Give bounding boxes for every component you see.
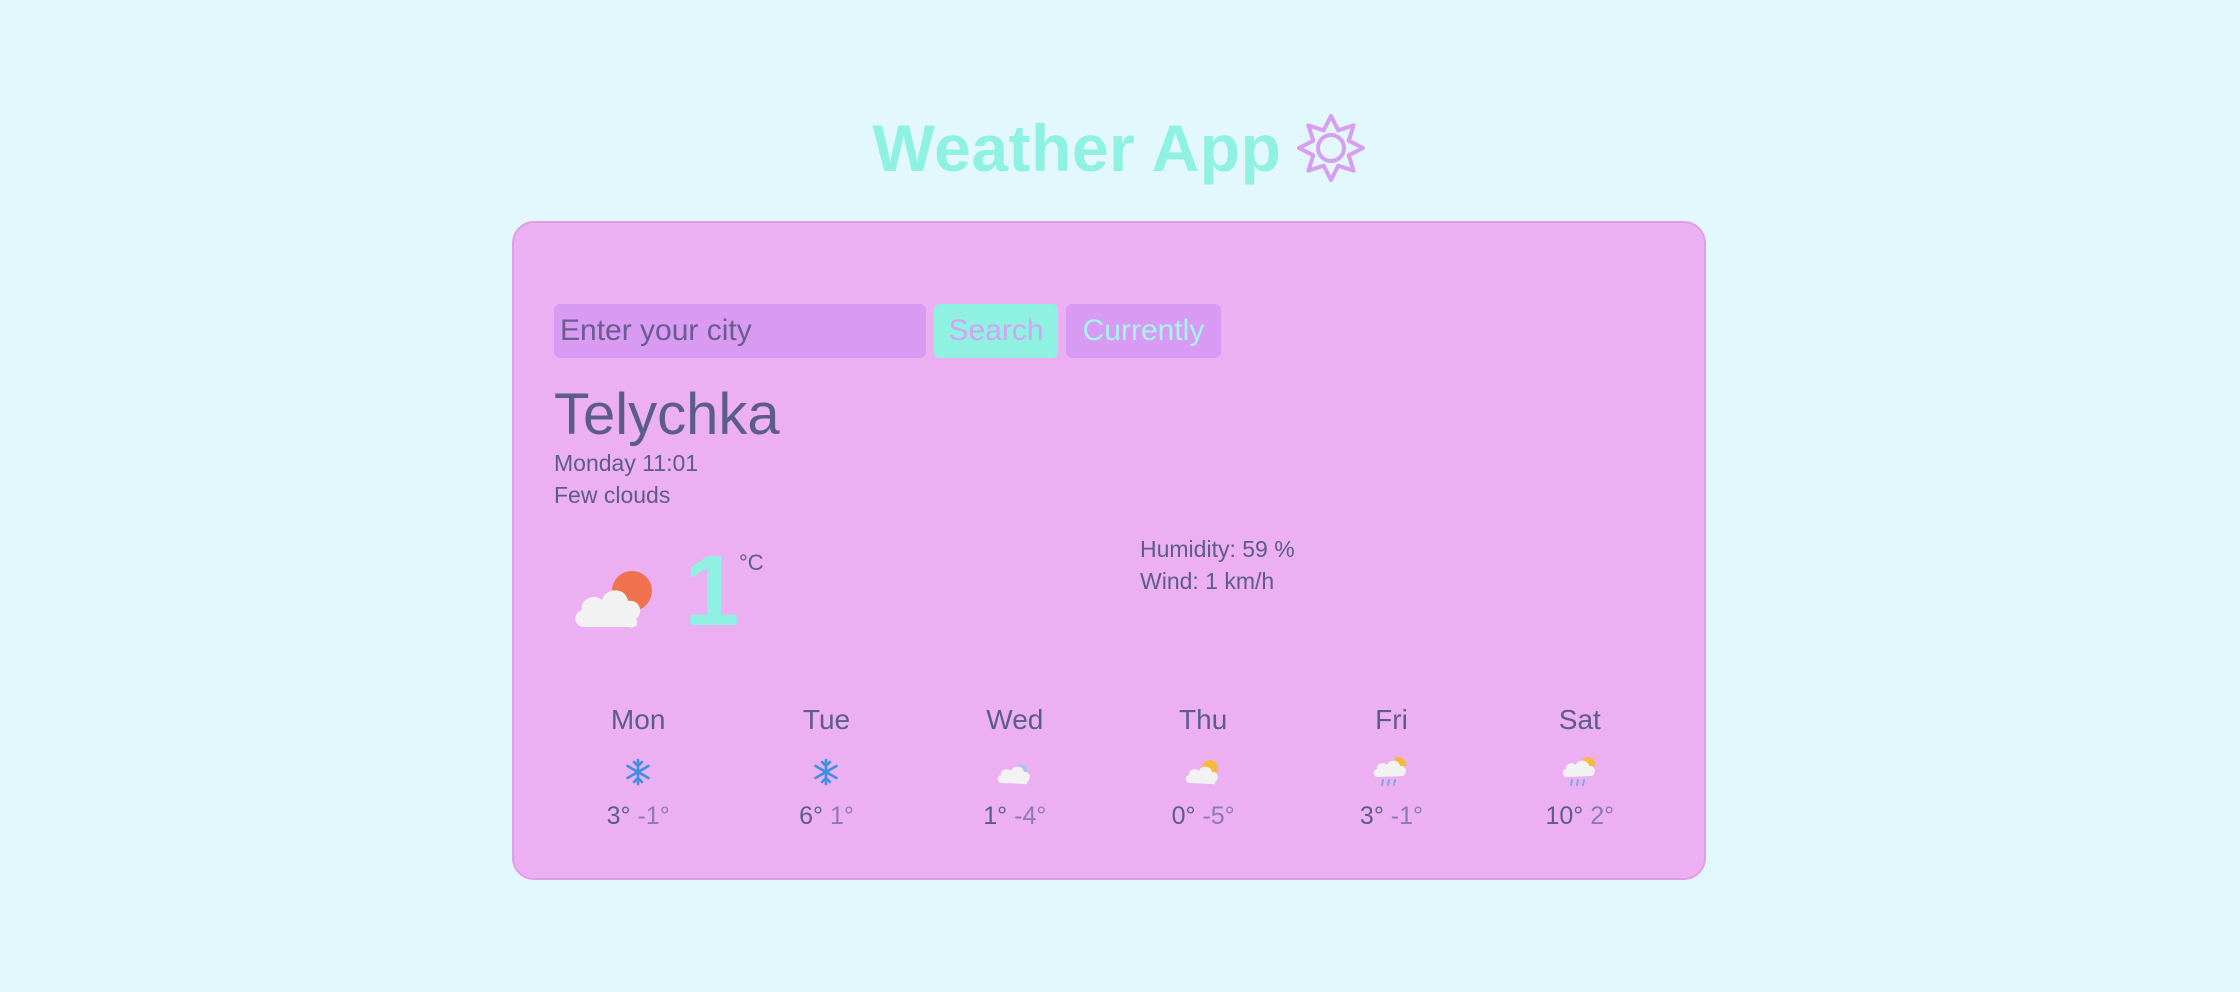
forecast-day: Thu 0° -5° bbox=[1109, 704, 1297, 831]
forecast-day: Tue 6° 1° bbox=[732, 704, 920, 831]
app-title: Weather App bbox=[872, 111, 1282, 185]
forecast-temps: 10° 2° bbox=[1545, 802, 1614, 831]
search-form: Search Currently bbox=[554, 304, 1221, 358]
forecast-row: Mon 3° -1° Tue 6° 1° Wed 1° -4° Thu 0° -… bbox=[514, 704, 1704, 831]
forecast-min: 1° bbox=[829, 802, 854, 830]
city-name: Telychka bbox=[554, 382, 780, 447]
current-temperature: 1 bbox=[684, 535, 740, 647]
forecast-min: -1° bbox=[637, 802, 670, 830]
forecast-day-name: Wed bbox=[986, 704, 1044, 735]
snowflake-icon bbox=[804, 754, 848, 790]
partly-cloudy-icon bbox=[1181, 754, 1225, 790]
cloudy-icon bbox=[993, 754, 1037, 790]
city-search-input[interactable] bbox=[554, 304, 926, 358]
current-datetime: Monday 11:01 bbox=[554, 450, 699, 476]
app-header: Weather App bbox=[0, 110, 2240, 186]
forecast-day-name: Tue bbox=[802, 704, 851, 735]
forecast-temps: 0° -5° bbox=[1172, 802, 1235, 831]
forecast-max: 0° bbox=[1171, 802, 1196, 830]
forecast-day: Sat 10° 2° bbox=[1486, 704, 1674, 831]
forecast-day-name: Sat bbox=[1558, 704, 1601, 735]
few-clouds-day-icon bbox=[570, 563, 660, 635]
forecast-max: 10° bbox=[1545, 802, 1584, 830]
forecast-min: -5° bbox=[1202, 802, 1235, 830]
forecast-max: 3° bbox=[1359, 802, 1384, 830]
rain-sun-icon bbox=[1558, 754, 1602, 790]
search-button[interactable]: Search bbox=[934, 304, 1058, 358]
forecast-min: -4° bbox=[1014, 802, 1047, 830]
current-location-button[interactable]: Currently bbox=[1066, 304, 1221, 358]
forecast-day: Wed 1° -4° bbox=[921, 704, 1109, 831]
humidity-text: Humidity: 59 % bbox=[1140, 536, 1295, 562]
forecast-day: Mon 3° -1° bbox=[544, 704, 732, 831]
forecast-temps: 1° -4° bbox=[983, 802, 1046, 831]
sun-outline-icon bbox=[1295, 112, 1367, 184]
forecast-day-name: Thu bbox=[1179, 704, 1228, 735]
weather-card: Search Currently Telychka Monday 11:01 F… bbox=[512, 221, 1706, 880]
forecast-day: Fri 3° -1° bbox=[1297, 704, 1485, 831]
forecast-temps: 3° -1° bbox=[1360, 802, 1423, 831]
rain-sun-icon bbox=[1369, 754, 1413, 790]
forecast-max: 3° bbox=[606, 802, 631, 830]
forecast-min: 2° bbox=[1590, 802, 1615, 830]
snowflake-icon bbox=[616, 754, 660, 790]
forecast-temps: 6° 1° bbox=[799, 802, 854, 831]
weather-page: Weather App Search Currently Telychka Mo… bbox=[0, 0, 2240, 992]
forecast-max: 1° bbox=[983, 802, 1008, 830]
temperature-unit[interactable]: °C bbox=[739, 550, 764, 576]
forecast-max: 6° bbox=[799, 802, 824, 830]
wind-text: Wind: 1 km/h bbox=[1140, 568, 1275, 594]
forecast-min: -1° bbox=[1390, 802, 1424, 830]
forecast-day-name: Fri bbox=[1375, 704, 1408, 735]
forecast-temps: 3° -1° bbox=[607, 802, 670, 831]
forecast-day-name: Mon bbox=[610, 704, 666, 735]
weather-description: Few clouds bbox=[554, 482, 671, 508]
